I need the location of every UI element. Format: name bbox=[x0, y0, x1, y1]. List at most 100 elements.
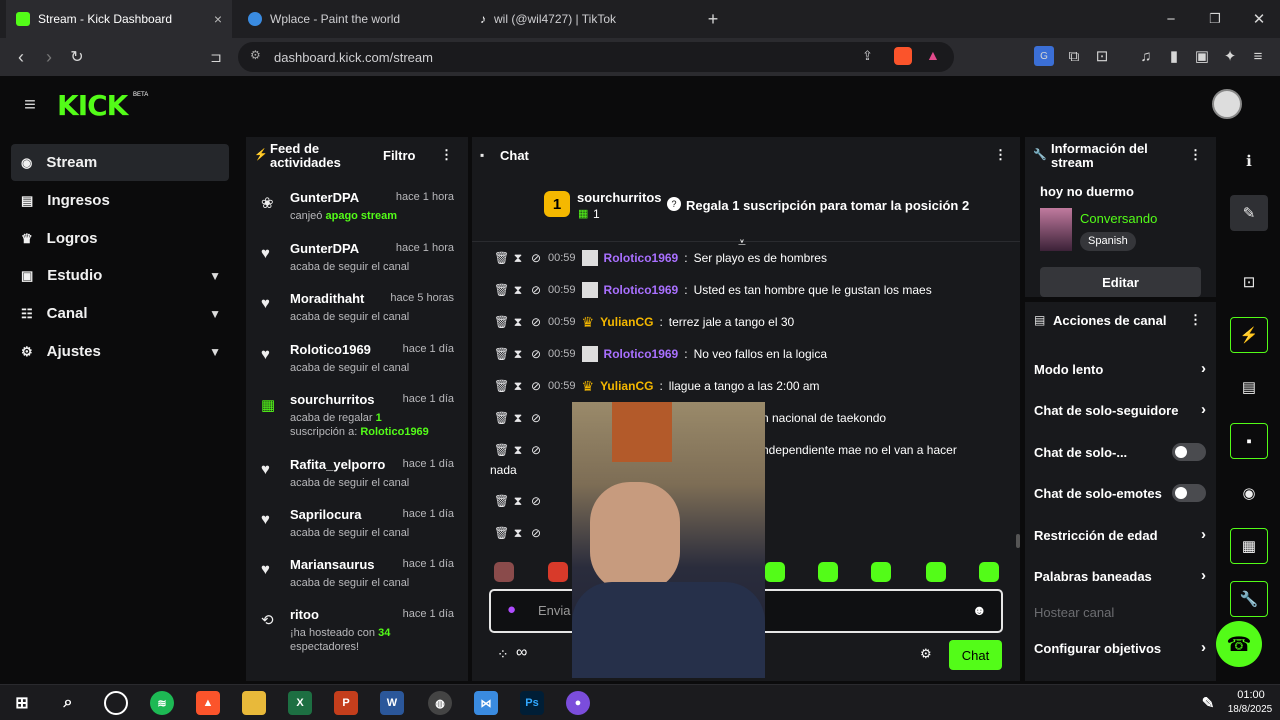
hamburger-menu-icon[interactable]: ≡ bbox=[18, 94, 42, 116]
trash-icon[interactable]: 🗑 bbox=[494, 315, 509, 329]
brave-shields-icon[interactable] bbox=[894, 47, 912, 65]
trash-icon[interactable]: 🗑 bbox=[494, 411, 509, 425]
trash-icon[interactable]: 🗑 bbox=[494, 526, 509, 540]
extensions-icon[interactable]: ⧉ bbox=[1064, 46, 1084, 66]
emote-icon[interactable] bbox=[818, 562, 838, 582]
search-icon[interactable]: ⌕ bbox=[56, 691, 80, 715]
emote-icon[interactable] bbox=[494, 562, 514, 582]
timeout-icon[interactable]: ⧗ bbox=[512, 251, 524, 266]
bookmark-icon[interactable]: ⊐ bbox=[205, 46, 227, 68]
notes-icon[interactable]: ▤ bbox=[1230, 369, 1268, 405]
action-followers-only[interactable]: Chat de solo-seguidore › bbox=[1034, 401, 1206, 418]
tab-tiktok[interactable]: ♪ wil (@wil4727) | TikTok bbox=[470, 0, 696, 38]
ban-icon[interactable]: ⊘ bbox=[530, 347, 542, 361]
timeout-icon[interactable]: ⧗ bbox=[512, 443, 524, 458]
action-age-restriction[interactable]: Restricción de edad › bbox=[1034, 526, 1206, 543]
sidebar-icon[interactable]: ▮ bbox=[1164, 46, 1184, 66]
scan-icon[interactable]: ⊡ bbox=[1230, 264, 1268, 300]
sidebar-item-ajustes[interactable]: ⚙ Ajustes ▼ bbox=[11, 333, 229, 370]
ban-icon[interactable]: ⊘ bbox=[530, 251, 542, 265]
obs-icon[interactable]: ◍ bbox=[428, 691, 452, 715]
msg-user[interactable]: Rolotico1969 bbox=[604, 347, 679, 361]
restore-button[interactable]: ❐ bbox=[1204, 8, 1226, 30]
windows-start-icon[interactable]: ⊞ bbox=[10, 691, 34, 715]
close-tab-icon[interactable]: × bbox=[214, 11, 222, 27]
msg-user[interactable]: Rolotico1969 bbox=[604, 283, 679, 297]
dashboard-icon[interactable]: ▦ bbox=[1230, 528, 1268, 564]
trash-icon[interactable]: 🗑 bbox=[494, 494, 509, 508]
activity-user[interactable]: GunterDPA bbox=[290, 190, 359, 205]
bolt-icon[interactable]: ⚡ bbox=[1230, 317, 1268, 353]
minimize-button[interactable]: − bbox=[1160, 8, 1182, 30]
timeout-icon[interactable]: ⧗ bbox=[512, 526, 524, 541]
url-bar[interactable]: ⚙ dashboard.kick.com/stream ⇪ ▲ bbox=[238, 42, 954, 72]
gift-cta[interactable]: Regala 1 suscripción para tomar la posic… bbox=[686, 198, 969, 213]
share-icon[interactable]: ⇪ bbox=[862, 48, 873, 64]
back-icon[interactable]: ‹ bbox=[10, 46, 32, 68]
tab-wplace[interactable]: Wplace - Paint the world bbox=[238, 0, 464, 38]
msg-user[interactable]: YulianCG bbox=[600, 315, 653, 329]
activity-user[interactable]: Moradithaht bbox=[290, 291, 364, 306]
pen-icon[interactable]: ✎ bbox=[1196, 691, 1220, 715]
chevron-down-icon[interactable]: ▼ bbox=[209, 307, 221, 321]
ban-icon[interactable]: ⊘ bbox=[530, 443, 542, 457]
word-icon[interactable]: W bbox=[380, 691, 404, 715]
broadcast-icon[interactable]: ◉ bbox=[1230, 475, 1268, 511]
spotify-icon[interactable]: ≋ bbox=[150, 691, 174, 715]
stream-category[interactable]: Conversando bbox=[1080, 211, 1157, 226]
reload-icon[interactable]: ↻ bbox=[66, 46, 88, 68]
category-thumbnail[interactable] bbox=[1040, 208, 1072, 251]
menu-icon[interactable]: ≡ bbox=[1248, 46, 1268, 66]
timeout-icon[interactable]: ⧗ bbox=[512, 494, 524, 509]
tab-kick-dashboard[interactable]: Stream - Kick Dashboard × bbox=[6, 0, 232, 38]
timeout-icon[interactable]: ⧗ bbox=[512, 315, 524, 330]
sidebar-item-stream[interactable]: ◉ Stream bbox=[11, 144, 229, 181]
timeout-icon[interactable]: ⧗ bbox=[512, 379, 524, 394]
chat-scrollbar[interactable] bbox=[1016, 534, 1020, 548]
edit-icon[interactable]: ✎ bbox=[1230, 195, 1268, 231]
edit-button[interactable]: Editar bbox=[1040, 267, 1201, 297]
emote-icon[interactable] bbox=[765, 562, 785, 582]
powerpoint-icon[interactable]: P bbox=[334, 691, 358, 715]
msg-user[interactable]: Rolotico1969 bbox=[604, 251, 679, 265]
chevron-down-icon[interactable]: ▼ bbox=[209, 345, 221, 359]
activity-user[interactable]: Rolotico1969 bbox=[290, 342, 371, 357]
chat-more-icon[interactable]: ⋮ bbox=[994, 147, 1007, 163]
emote-icon[interactable] bbox=[871, 562, 891, 582]
activity-user[interactable]: sourchurritos bbox=[290, 392, 375, 407]
kick-logo[interactable]: KICK bbox=[57, 89, 128, 122]
chat-icon[interactable]: ▪ bbox=[1230, 423, 1268, 459]
ban-icon[interactable]: ⊘ bbox=[530, 379, 542, 393]
chevron-down-icon[interactable]: ▼ bbox=[209, 269, 221, 283]
emoji-icon[interactable]: ☻ bbox=[972, 602, 987, 618]
capcut-icon[interactable]: ⋈ bbox=[474, 691, 498, 715]
emotes-only-toggle[interactable] bbox=[1172, 484, 1206, 502]
action-slow-mode[interactable]: Modo lento › bbox=[1034, 360, 1206, 377]
emote-icon[interactable] bbox=[926, 562, 946, 582]
leader-name[interactable]: sourchurritos bbox=[577, 190, 662, 205]
site-settings-icon[interactable]: ⚙ bbox=[250, 48, 261, 62]
sidebar-item-estudio[interactable]: ▣ Estudio ▼ bbox=[11, 257, 229, 294]
timeout-icon[interactable]: ⧗ bbox=[512, 283, 524, 298]
ban-icon[interactable]: ⊘ bbox=[530, 494, 542, 508]
channel-actions-more-icon[interactable]: ⋮ bbox=[1189, 312, 1202, 328]
trash-icon[interactable]: 🗑 bbox=[494, 251, 509, 265]
activity-user[interactable]: GunterDPA bbox=[290, 241, 359, 256]
emote-icon[interactable] bbox=[548, 562, 568, 582]
stream-info-more-icon[interactable]: ⋮ bbox=[1189, 147, 1202, 163]
avatar[interactable] bbox=[1212, 89, 1242, 119]
subs-only-toggle[interactable] bbox=[1172, 443, 1206, 461]
forward-icon[interactable]: › bbox=[38, 46, 60, 68]
clock-time[interactable]: 01:00 bbox=[1228, 689, 1274, 701]
ban-icon[interactable]: ⊘ bbox=[530, 411, 542, 425]
send-chat-button[interactable]: Chat bbox=[949, 640, 1002, 670]
infinity-icon[interactable]: ∞ bbox=[516, 644, 527, 662]
close-window-button[interactable]: ✕ bbox=[1248, 8, 1270, 30]
filter-button[interactable]: Filtro bbox=[383, 148, 416, 163]
brave-rewards-icon[interactable]: ▲ bbox=[926, 47, 940, 63]
brave-icon[interactable]: ▲ bbox=[196, 691, 220, 715]
file-explorer-icon[interactable] bbox=[242, 691, 266, 715]
microphone-icon[interactable]: ● bbox=[507, 601, 516, 618]
new-tab-button[interactable]: + bbox=[702, 8, 724, 30]
leo-icon[interactable]: ✦ bbox=[1220, 46, 1240, 66]
